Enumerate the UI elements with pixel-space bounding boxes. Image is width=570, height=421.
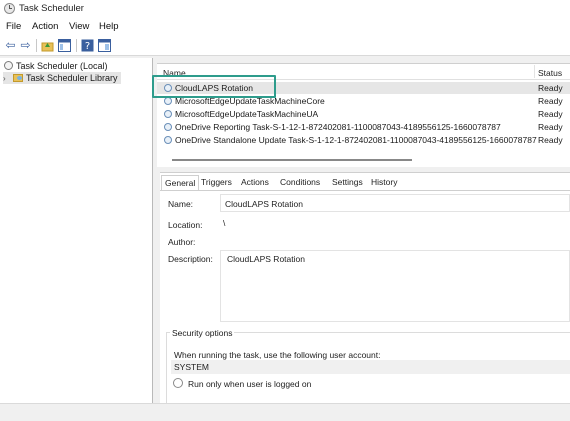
tree-item-task-scheduler-local[interactable]: Task Scheduler (Local) (4, 60, 108, 72)
author-label: Author: (168, 237, 196, 247)
clock-icon (4, 61, 13, 70)
menu-bar: File Action View Help (0, 18, 570, 36)
console-tree: Task Scheduler (Local) › Task Scheduler L… (0, 58, 153, 403)
column-divider[interactable] (534, 65, 535, 78)
task-scheduler-icon (4, 3, 15, 14)
selection-highlight-box (152, 75, 276, 98)
task-row[interactable]: MicrosoftEdgeUpdateTaskMachineUA Ready (157, 108, 570, 120)
location-value: \ (223, 218, 226, 228)
toolbar: ⇦ ⇨ ? (0, 36, 570, 56)
location-field[interactable]: \ (220, 216, 570, 230)
task-row[interactable]: OneDrive Standalone Update Task-S-1-12-1… (157, 134, 570, 146)
name-field[interactable]: CloudLAPS Rotation (220, 194, 570, 212)
menu-file[interactable]: File (6, 21, 21, 32)
name-value: CloudLAPS Rotation (225, 199, 303, 209)
run-only-logged-on-label: Run only when user is logged on (188, 379, 312, 389)
tab-history[interactable]: History (368, 175, 400, 191)
task-row[interactable]: OneDrive Reporting Task-S-1-12-1-8724020… (157, 121, 570, 133)
description-value: CloudLAPS Rotation (227, 254, 305, 264)
description-label: Description: (168, 254, 213, 264)
menu-action[interactable]: Action (32, 21, 58, 32)
forward-arrow-icon[interactable]: ⇨ (19, 39, 32, 52)
tab-settings[interactable]: Settings (329, 175, 366, 191)
tab-bar-divider (160, 190, 570, 191)
task-status: Ready (538, 135, 563, 145)
run-only-logged-on-radio[interactable] (173, 378, 183, 388)
task-icon (164, 136, 172, 144)
status-bar (0, 403, 570, 421)
tab-general[interactable]: General (161, 175, 200, 191)
user-account-field[interactable]: SYSTEM (171, 360, 570, 374)
folder-icon (13, 74, 23, 82)
tab-triggers[interactable]: Triggers (198, 175, 235, 191)
show-hide-console-tree-icon[interactable] (58, 39, 71, 52)
task-status: Ready (538, 96, 563, 106)
location-label: Location: (168, 220, 203, 230)
menu-view[interactable]: View (69, 21, 89, 32)
tree-item-task-scheduler-library[interactable]: › Task Scheduler Library (3, 72, 121, 84)
task-status: Ready (538, 109, 563, 119)
tree-item-label: Task Scheduler Library (26, 73, 118, 83)
task-icon (164, 97, 172, 105)
task-status: Ready (538, 122, 563, 132)
tab-conditions[interactable]: Conditions (277, 175, 323, 191)
toolbar-separator (36, 39, 37, 52)
security-options-title: Security options (170, 328, 235, 338)
task-icon (164, 123, 172, 131)
name-label: Name: (168, 199, 194, 209)
task-name: OneDrive Reporting Task-S-1-12-1-8724020… (175, 122, 501, 132)
menu-help[interactable]: Help (99, 21, 119, 32)
task-icon (164, 110, 172, 118)
task-name: OneDrive Standalone Update Task-S-1-12-1… (175, 135, 537, 145)
description-field[interactable]: CloudLAPS Rotation (220, 250, 570, 322)
back-arrow-icon[interactable]: ⇦ (4, 39, 17, 52)
horizontal-scrollbar[interactable] (172, 159, 412, 161)
window-title: Task Scheduler (19, 3, 84, 14)
chevron-right-icon[interactable]: › (3, 73, 13, 85)
help-icon[interactable]: ? (81, 39, 94, 52)
account-prompt: When running the task, use the following… (174, 350, 381, 360)
svg-text:?: ? (85, 41, 90, 52)
tab-actions[interactable]: Actions (238, 175, 272, 191)
tree-item-label: Task Scheduler (Local) (16, 61, 108, 71)
user-account-value: SYSTEM (174, 362, 209, 372)
up-folder-icon[interactable] (41, 39, 54, 52)
task-status: Ready (538, 83, 563, 93)
show-hide-action-pane-icon[interactable] (98, 39, 111, 52)
column-header-status[interactable]: Status (538, 68, 562, 78)
task-name: MicrosoftEdgeUpdateTaskMachineUA (175, 109, 319, 119)
toolbar-separator (76, 39, 77, 52)
title-bar: Task Scheduler (0, 0, 570, 18)
